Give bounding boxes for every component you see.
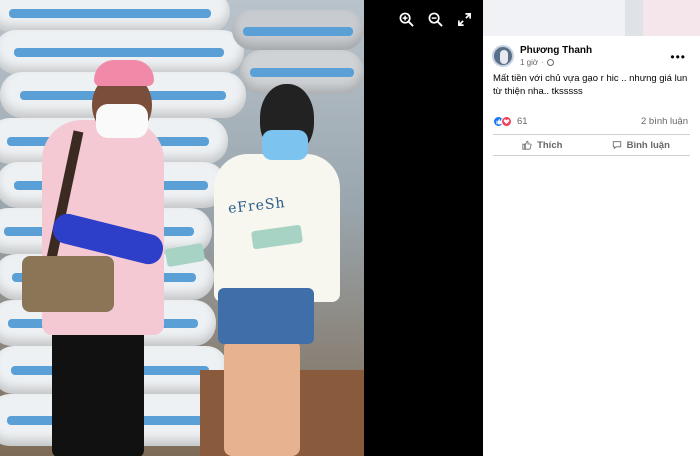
zoom-in-icon[interactable] <box>398 11 415 28</box>
comment-count[interactable]: 2 bình luận <box>641 116 688 127</box>
post-sidebar: Phương Thanh 1 giờ · ••• Mất tiền với ch… <box>483 0 700 456</box>
top-strip <box>483 0 700 36</box>
post-header: Phương Thanh 1 giờ · <box>492 45 592 67</box>
post-photo[interactable]: eFreSh <box>0 0 364 456</box>
reactions-summary[interactable]: 61 <box>493 116 528 127</box>
globe-icon <box>546 59 554 66</box>
love-reaction-icon <box>501 116 512 127</box>
pink-cap <box>94 60 154 86</box>
rice-sack <box>0 0 230 32</box>
reaction-icons <box>493 116 512 127</box>
rice-sack <box>232 10 364 50</box>
viewer-background <box>364 0 483 456</box>
photo-viewer: eFreSh <box>0 0 483 456</box>
comment-icon <box>612 141 621 150</box>
author-name[interactable]: Phương Thanh <box>520 45 592 56</box>
top-strip-block <box>625 0 643 36</box>
top-strip-block <box>643 0 700 36</box>
face-mask <box>96 104 148 138</box>
divider <box>493 155 690 156</box>
zoom-out-icon[interactable] <box>427 11 444 28</box>
post-meta: 1 giờ · <box>520 58 592 67</box>
rice-sack <box>240 50 364 94</box>
denim-shorts <box>218 288 314 344</box>
reaction-count: 61 <box>517 116 528 127</box>
comment-button[interactable]: Bình luận <box>592 136 691 154</box>
face-mask <box>262 130 308 160</box>
handbag <box>22 256 114 312</box>
viewer-toolbar <box>398 11 473 28</box>
thumbs-up-icon <box>522 140 532 150</box>
person-right-legs <box>224 340 300 456</box>
divider <box>493 134 690 135</box>
meta-separator: · <box>541 58 544 67</box>
fullscreen-icon[interactable] <box>456 11 473 28</box>
more-options-button[interactable]: ••• <box>670 50 686 64</box>
person-left-pants <box>52 318 144 456</box>
post-caption: Mất tiền với chủ vựa gạo r hic .. nhưng … <box>493 73 688 97</box>
like-button[interactable]: Thích <box>493 136 592 154</box>
avatar[interactable] <box>492 45 514 67</box>
post-time[interactable]: 1 giờ <box>520 58 538 67</box>
post-actions: Thích Bình luận <box>493 136 690 154</box>
like-label: Thích <box>537 139 563 151</box>
comment-label: Bình luận <box>626 139 670 151</box>
